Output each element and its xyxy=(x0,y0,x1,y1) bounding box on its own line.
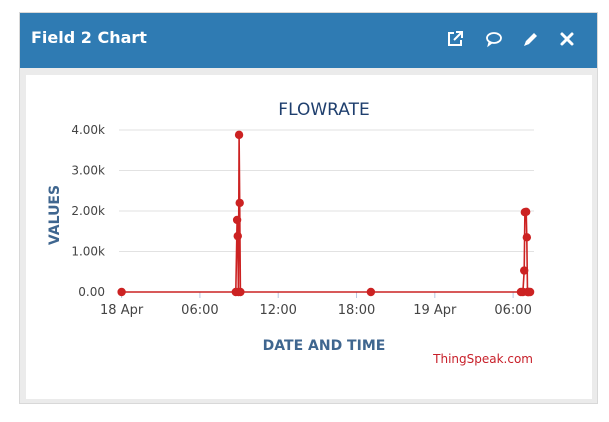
y-tick-label: 0.00 xyxy=(78,285,105,299)
data-point[interactable] xyxy=(235,198,244,208)
x-tick-label: 06:00 xyxy=(494,303,531,318)
y-tick-label: 1.00k xyxy=(71,245,105,259)
data-point[interactable] xyxy=(234,130,244,140)
x-tick-label: 19 Apr xyxy=(413,303,457,318)
x-tick-label: 18:00 xyxy=(338,303,375,318)
chart-area: 0.00 1.00k 2.00k 3.00k 4.00k 18 Apr 06:00 12:00… xyxy=(26,75,592,399)
chart-panel: Field 2 Chart 0.00 1.00k 2.00k 3.00k 4.00k 18… xyxy=(19,12,598,404)
y-axis-label: VALUES xyxy=(47,185,63,245)
data-point[interactable] xyxy=(522,233,532,242)
edit-pencil-icon[interactable] xyxy=(522,30,540,48)
thingspeak-credit-link[interactable]: ThingSpeak.com xyxy=(432,352,533,366)
data-point[interactable] xyxy=(236,287,245,297)
data-point[interactable] xyxy=(232,215,242,225)
data-point[interactable] xyxy=(520,266,529,275)
y-tick-label: 4.00k xyxy=(71,123,105,137)
open-external-icon[interactable] xyxy=(446,30,464,48)
y-tick-label: 2.00k xyxy=(71,204,105,218)
close-icon[interactable] xyxy=(558,30,576,48)
flowrate-chart: 0.00 1.00k 2.00k 3.00k 4.00k 18 Apr 06:00 12:00… xyxy=(47,100,535,366)
y-tick-label: 3.00k xyxy=(71,164,105,178)
data-point[interactable] xyxy=(233,231,242,241)
chart-title: FLOWRATE xyxy=(278,100,369,120)
data-point[interactable] xyxy=(525,287,535,297)
data-point[interactable] xyxy=(521,207,531,217)
x-tick-label: 06:00 xyxy=(181,303,218,318)
panel-title: Field 2 Chart xyxy=(31,28,147,47)
data-point[interactable] xyxy=(117,287,126,297)
data-point[interactable] xyxy=(366,287,376,297)
x-tick-label: 18 Apr xyxy=(100,303,144,318)
x-axis-label: DATE AND TIME xyxy=(263,338,386,354)
comment-icon[interactable] xyxy=(485,30,503,48)
panel-header: Field 2 Chart xyxy=(20,13,597,68)
flowrate-series-line xyxy=(121,134,531,293)
x-tick-label: 12:00 xyxy=(259,303,296,318)
